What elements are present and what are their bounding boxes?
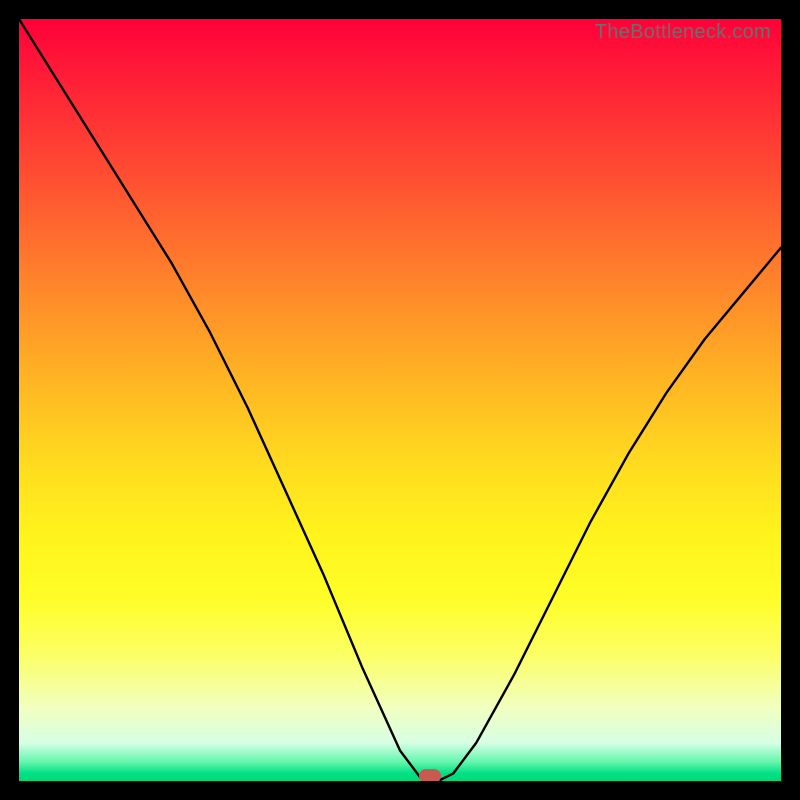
watermark-label: TheBottleneck.com [595, 21, 771, 44]
bottleneck-curve [19, 19, 781, 781]
plot-area: TheBottleneck.com [19, 19, 781, 781]
chart-frame: TheBottleneck.com [0, 0, 800, 800]
optimum-marker [419, 769, 441, 781]
curve-path [19, 19, 781, 781]
